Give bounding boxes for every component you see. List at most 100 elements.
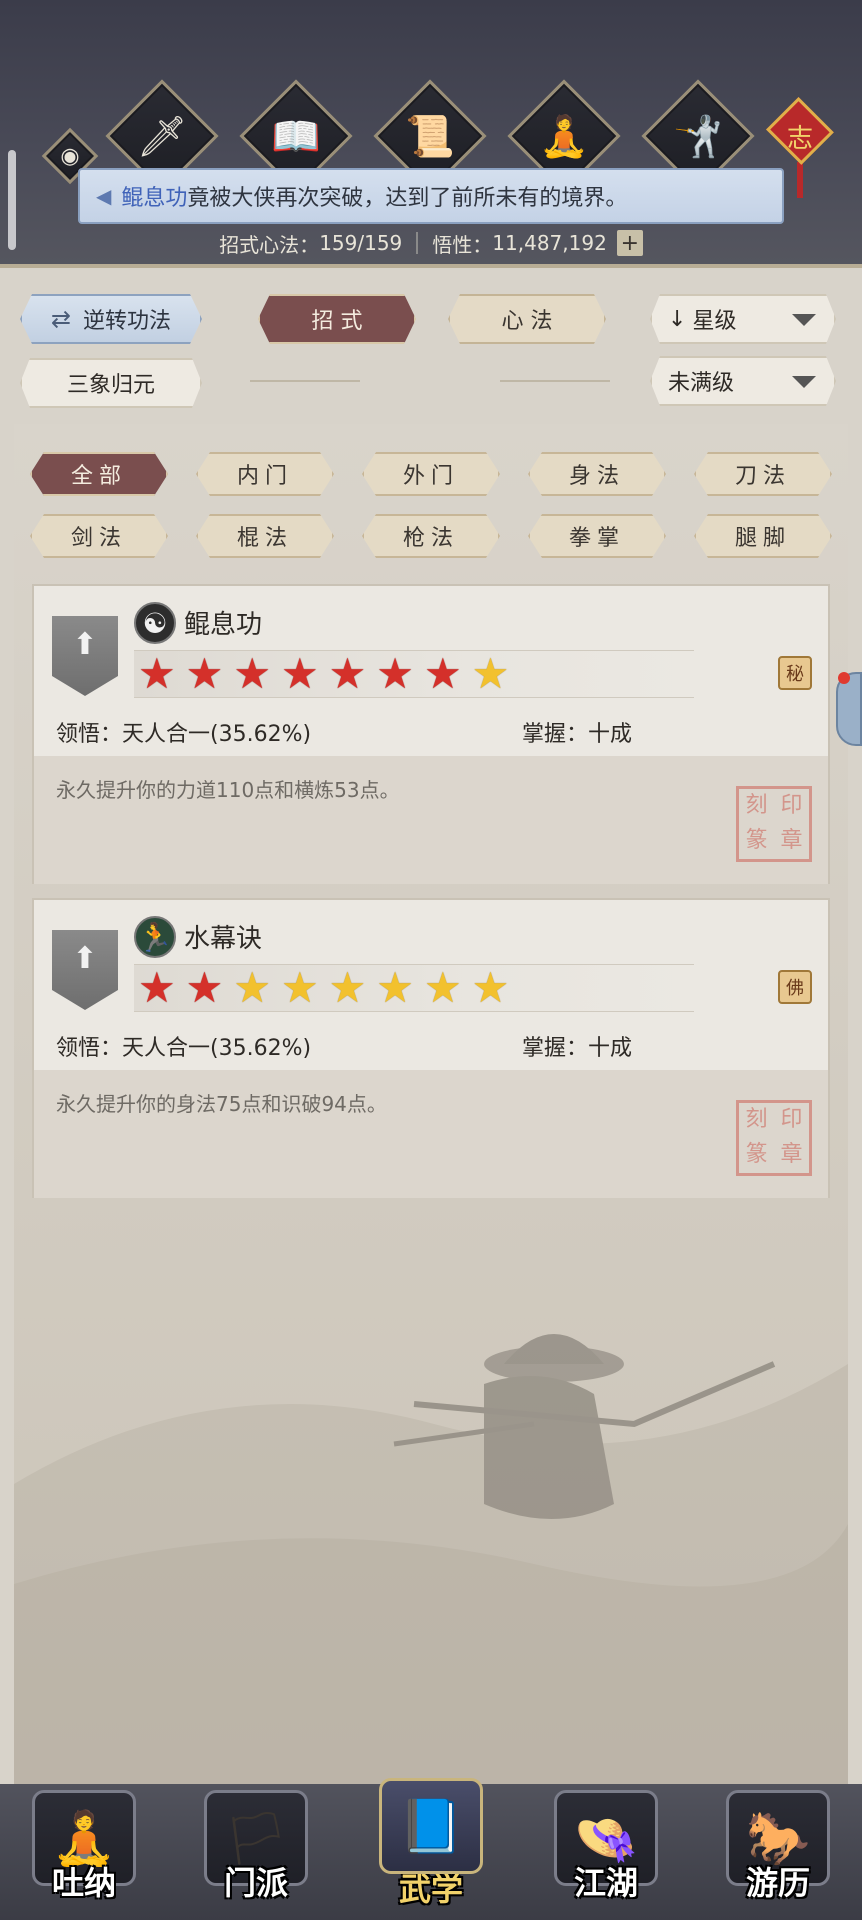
- red-star-icon: ★: [328, 649, 367, 698]
- nav-travel[interactable]: 🐎 游历: [718, 1790, 838, 1914]
- nav-breathing[interactable]: 🧘 吐纳: [24, 1790, 144, 1914]
- skill-name: 鲲息功: [184, 610, 263, 640]
- knot-char: 志: [786, 124, 813, 154]
- gold-star-icon: ★: [471, 963, 510, 1012]
- filter-all[interactable]: 全部: [30, 452, 168, 496]
- bottom-nav: 🧘 吐纳 🏳 门派 📘 武学 👒 江湖 🐎 游历: [0, 1778, 862, 1920]
- nav-label: 门派: [223, 1864, 288, 1902]
- skill-card[interactable]: ⬆ ☯ 鲲息功 ★ ★ ★ ★ ★ ★ ★ ★ 秘 领悟：天人合一(35.62%) 掌握：十成…: [32, 584, 830, 884]
- comprehension-value: 天人合一(35.62%): [122, 722, 312, 747]
- level-filter-select[interactable]: 未满级: [650, 356, 836, 406]
- chevron-down-icon: [792, 376, 816, 388]
- filter-fist-palm[interactable]: 拳掌: [528, 514, 666, 558]
- down-arrow-icon: ↓: [668, 306, 687, 332]
- gold-star-icon: ★: [233, 963, 271, 1012]
- filter-outer-sect[interactable]: 外门: [362, 452, 500, 496]
- add-insight-button[interactable]: +: [616, 230, 643, 256]
- red-star-icon: ★: [233, 649, 271, 698]
- swap-arrows-icon: ⇄: [50, 305, 72, 333]
- mastery-label: 掌握：: [522, 1036, 589, 1061]
- red-star-icon: ★: [185, 649, 224, 698]
- sort-select[interactable]: ↓ 星级: [650, 294, 836, 344]
- skill-description: 永久提升你的身法75点和识破94点。: [56, 1092, 387, 1116]
- mastery-label: 掌握：: [522, 722, 589, 747]
- comprehension: 领悟：天人合一(35.62%): [56, 1030, 311, 1062]
- red-star-icon: ★: [138, 649, 176, 698]
- tab-zhaoshi-label: 招 式: [311, 309, 363, 334]
- nav-label: 吐纳: [51, 1864, 116, 1902]
- sword-icon: 🗡: [136, 113, 188, 160]
- reverse-technique-button[interactable]: ⇄ 逆转功法: [20, 294, 202, 344]
- sort-select-value: 星级: [692, 309, 737, 334]
- gold-star-icon: ★: [423, 963, 462, 1012]
- stats-line: 招式心法： 159/159 悟性： 11,487,192 +: [0, 228, 862, 258]
- insight-label: 悟性：: [432, 232, 493, 257]
- comprehension: 领悟：天人合一(35.62%): [56, 716, 311, 748]
- sanxiang-button[interactable]: 三象归元: [20, 358, 202, 408]
- manual-book-icon: 📘: [379, 1778, 483, 1874]
- decorative-line-right: [500, 380, 610, 382]
- red-star-icon: ★: [376, 649, 414, 698]
- tab-zhaoshi[interactable]: 招 式: [258, 294, 416, 344]
- notice-text: 竟被大侠再次突破，达到了前所未有的境界。: [187, 186, 628, 211]
- megaphone-icon: ◀: [96, 184, 112, 208]
- martial-stance-icon: 🤺: [673, 113, 723, 160]
- reverse-technique-label: 逆转功法: [83, 309, 172, 334]
- filter-blade[interactable]: 刀法: [694, 452, 832, 496]
- mastery: 掌握：十成: [522, 716, 632, 748]
- filter-staff[interactable]: 棍法: [196, 514, 334, 558]
- star-rating: ★ ★ ★ ★ ★ ★ ★ ★: [134, 650, 694, 698]
- book-icon: 📖: [271, 113, 321, 160]
- chevron-down-icon: [792, 314, 816, 326]
- meditation-icon: 🧘: [539, 113, 589, 160]
- filter-sword[interactable]: 剑法: [30, 514, 168, 558]
- nav-label: 游历: [745, 1864, 810, 1902]
- filter-leg-kick[interactable]: 腿脚: [694, 514, 832, 558]
- red-star-icon: ★: [185, 963, 224, 1012]
- nav-jianghu[interactable]: 👒 江湖: [546, 1790, 666, 1914]
- level-filter-value: 未满级: [668, 371, 735, 396]
- star-rating: ★ ★ ★ ★ ★ ★ ★ ★: [134, 964, 694, 1012]
- mastery-value: 十成: [588, 722, 633, 747]
- filter-spear[interactable]: 枪法: [362, 514, 500, 558]
- red-star-icon: ★: [280, 649, 319, 698]
- techniques-value: 159/159: [319, 231, 403, 255]
- nav-label: 江湖: [573, 1864, 638, 1902]
- mastery: 掌握：十成: [522, 1030, 632, 1062]
- secret-manual-icon[interactable]: 佛: [778, 970, 812, 1004]
- top-header: ◉ 🗡 📖 📜 🧘 🤺 志 ◀ 鲲息功 竟被大侠再次突破，达到了前所未有的境界。…: [0, 0, 862, 268]
- tab-xinfa-label: 心 法: [501, 309, 553, 334]
- upgrade-shield-button[interactable]: ⬆: [52, 616, 118, 696]
- tassel-icon: [797, 161, 803, 198]
- gold-star-icon: ★: [471, 649, 510, 698]
- insight-value: 11,487,192: [492, 231, 607, 255]
- skill-card[interactable]: ⬆ 🏃 水幕诀 ★ ★ ★ ★ ★ ★ ★ ★ 佛 领悟：天人合一(35.62%) 掌握：十成…: [32, 898, 830, 1198]
- toolbar: ⇄ 逆转功法 招 式 心 法 ↓ 星级 三象归元 未满级: [0, 272, 862, 420]
- mastery-value: 十成: [588, 1036, 633, 1061]
- skill-name: 水幕诀: [184, 924, 263, 954]
- upgrade-shield-button[interactable]: ⬆: [52, 930, 118, 1010]
- decorative-line-left: [250, 380, 360, 382]
- system-notice: ◀ 鲲息功 竟被大侠再次突破，达到了前所未有的境界。: [78, 168, 784, 224]
- yin-yang-icon: ☯: [134, 602, 176, 644]
- nav-sect[interactable]: 🏳 门派: [196, 1790, 316, 1914]
- sanxiang-label: 三象归元: [66, 373, 155, 398]
- red-star-icon: ★: [423, 649, 462, 698]
- gold-star-icon: ★: [376, 963, 414, 1012]
- nav-martial-arts[interactable]: 📘 武学: [371, 1778, 491, 1914]
- up-arrow-icon: ⬆: [72, 627, 98, 662]
- tab-xinfa[interactable]: 心 法: [448, 294, 606, 344]
- seal-stamp-icon: 刻印篆章: [736, 786, 812, 862]
- filter-inner-sect[interactable]: 内门: [196, 452, 334, 496]
- comprehension-label: 领悟：: [56, 1036, 123, 1061]
- techniques-label: 招式心法：: [219, 232, 320, 257]
- up-arrow-icon: ⬆: [72, 941, 98, 976]
- skill-description: 永久提升你的力道110点和横炼53点。: [56, 778, 400, 802]
- comprehension-label: 领悟：: [56, 722, 123, 747]
- divider: [416, 232, 419, 254]
- secret-manual-icon[interactable]: 秘: [778, 656, 812, 690]
- gold-star-icon: ★: [328, 963, 367, 1012]
- seal-stamp-icon: 刻印篆章: [736, 1100, 812, 1176]
- filter-movement[interactable]: 身法: [528, 452, 666, 496]
- gold-star-icon: ★: [280, 963, 319, 1012]
